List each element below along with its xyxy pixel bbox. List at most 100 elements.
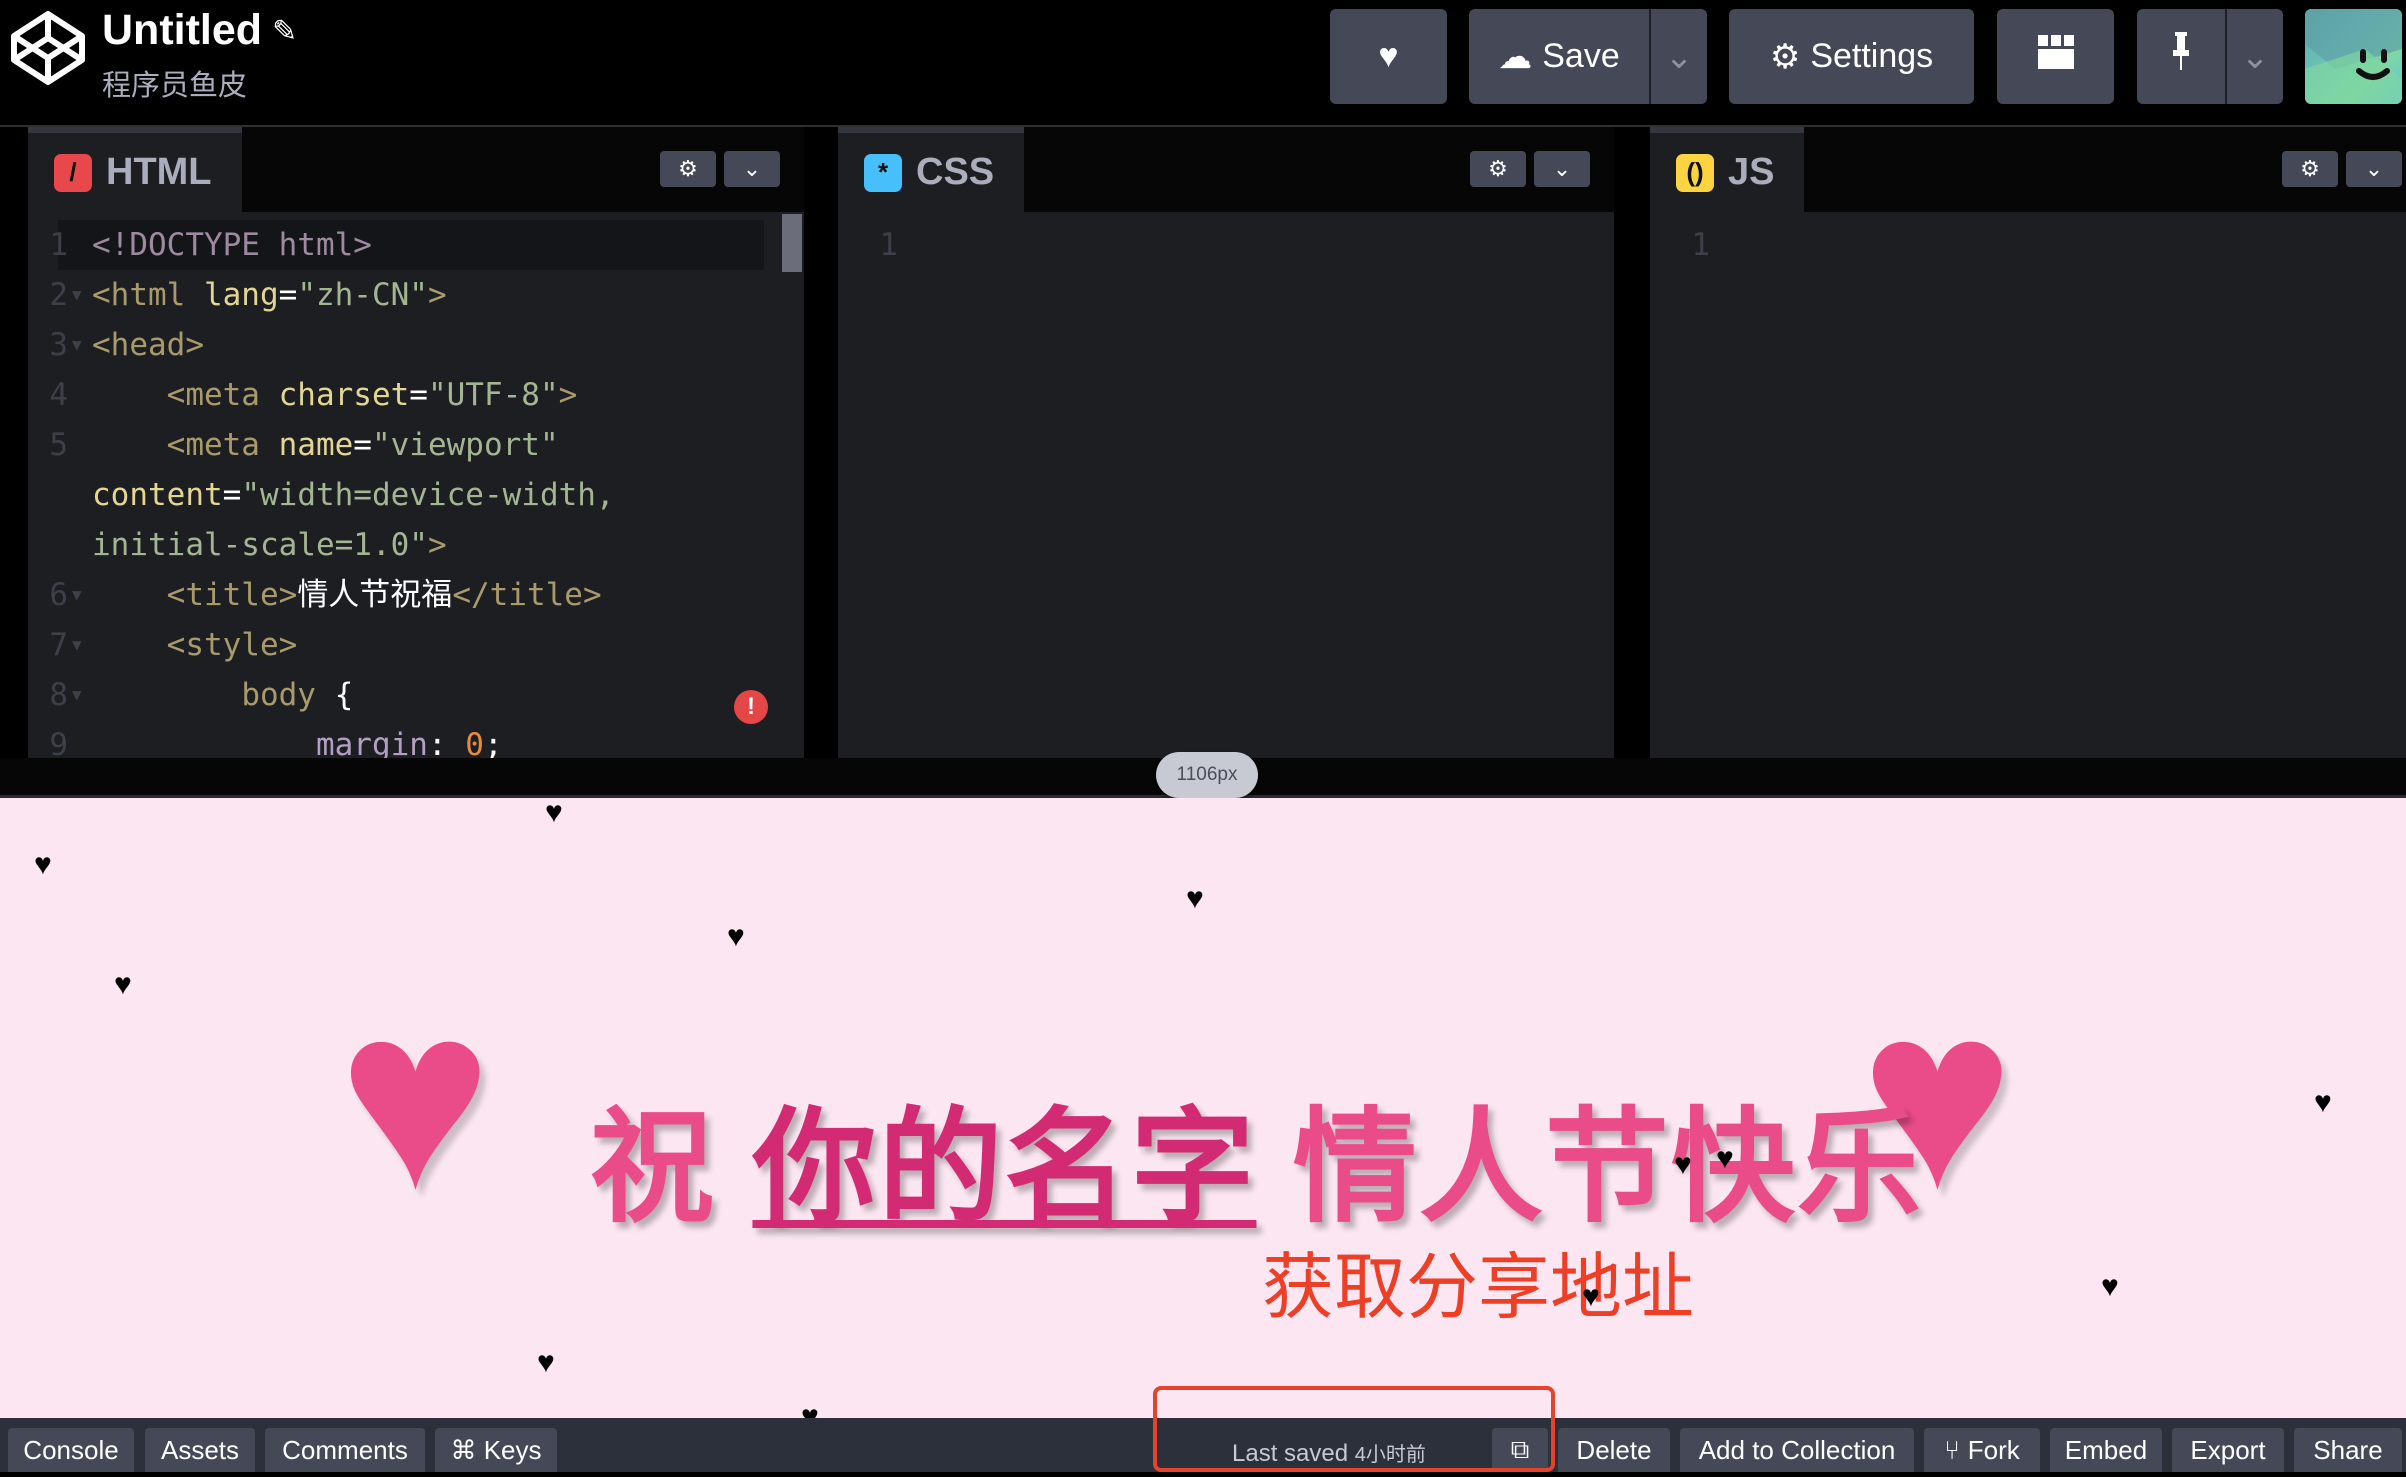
line-number: 6 — [49, 577, 68, 613]
delete-button[interactable]: Delete — [1558, 1428, 1670, 1472]
code-text: <title>情人节祝福</title> — [166, 577, 602, 613]
scrollbar-thumb[interactable] — [782, 214, 802, 272]
falling-heart-icon: ♥ — [2101, 1270, 2119, 1303]
html-code-editor[interactable]: ! 1 <!DOCTYPE html> 2 ▼ <html lang="zh-CN"> 3… — [28, 212, 804, 763]
change-view-button[interactable] — [1997, 9, 2114, 104]
edit-title-pencil-icon[interactable]: ✎ — [272, 14, 297, 49]
panel-controls: ⚙ ⌄ — [2282, 151, 2402, 187]
greeting-suffix: 情人节快乐 — [1256, 1099, 1923, 1237]
fork-button[interactable]: ⑂ Fork — [1924, 1428, 2040, 1472]
fold-arrow-icon[interactable]: ▼ — [72, 320, 82, 370]
html-slash-icon: / — [54, 153, 92, 192]
codepen-logo-icon[interactable] — [8, 8, 88, 88]
pen-title[interactable]: Untitled — [102, 6, 262, 55]
fold-arrow-icon[interactable]: ▼ — [72, 620, 82, 670]
line-number: 5 — [49, 427, 68, 463]
css-label: CSS — [916, 151, 995, 193]
css-code-editor[interactable]: 1 — [838, 212, 1614, 758]
js-label: JS — [1728, 151, 1775, 193]
code-text: initial-scale=1.0"> — [92, 527, 447, 563]
panel-header: () JS ⚙ ⌄ — [1650, 127, 2406, 212]
cloud-icon: ☁ — [1498, 37, 1533, 76]
get-share-link[interactable]: 获取分享地址 — [1262, 1228, 1694, 1333]
assets-button[interactable]: Assets — [145, 1428, 255, 1472]
js-settings-gear-icon[interactable]: ⚙ — [2282, 151, 2338, 187]
settings-label: Settings — [1810, 37, 1934, 75]
panel-header: * CSS ⚙ ⌄ — [838, 127, 1614, 212]
fold-arrow-icon[interactable]: ▼ — [72, 570, 82, 620]
html-editor-panel: / HTML ⚙ ⌄ ! 1 <!DOCTYPE html> 2 ▼ <html lan… — [28, 127, 804, 763]
top-header: Untitled ✎ 程序员鱼皮 ♥ ☁ Save ⌄ ⚙ Settings ⌄ — [0, 0, 2406, 127]
pin-options-dropdown[interactable]: ⌄ — [2225, 9, 2283, 104]
code-text: <head> — [92, 327, 204, 363]
html-collapse-chevron-icon[interactable]: ⌄ — [724, 151, 780, 187]
chevron-down-icon: ⌄ — [1664, 37, 1694, 76]
falling-heart-icon: ♥ — [545, 798, 563, 829]
falling-heart-icon: ♥ — [727, 920, 745, 953]
falling-heart-icon: ♥ — [537, 1346, 555, 1379]
keys-button[interactable]: ⌘ Keys — [435, 1428, 557, 1472]
js-collapse-chevron-icon[interactable]: ⌄ — [2346, 151, 2402, 187]
recipient-name-link[interactable]: 你的名字 — [752, 1099, 1256, 1237]
falling-heart-icon: ♥ — [114, 968, 132, 1001]
settings-button[interactable]: ⚙ Settings — [1729, 9, 1974, 104]
html-label: HTML — [106, 151, 212, 193]
pin-icon — [2171, 32, 2191, 81]
save-button[interactable]: ☁ Save — [1469, 9, 1649, 104]
greeting-prefix: 祝 — [590, 1099, 753, 1237]
falling-heart-icon: ♥ — [34, 848, 52, 881]
falling-heart-icon: ♥ — [2314, 1086, 2332, 1119]
css-asterisk-icon: * — [864, 153, 902, 192]
user-avatar[interactable] — [2305, 9, 2402, 104]
js-code-editor[interactable]: 1 — [1650, 212, 2406, 758]
error-icon[interactable]: ! — [734, 690, 768, 724]
fork-icon: ⑂ — [1944, 1434, 1960, 1465]
panel-controls: ⚙ ⌄ — [660, 151, 780, 187]
css-settings-gear-icon[interactable]: ⚙ — [1470, 151, 1526, 187]
line-number: 1 — [879, 227, 898, 263]
js-parens-icon: () — [1676, 153, 1714, 192]
fold-arrow-icon[interactable]: ▼ — [72, 270, 82, 320]
line-number: 3 — [49, 327, 68, 363]
fold-arrow-icon[interactable]: ▼ — [72, 670, 82, 720]
preview-frame[interactable]: ♥ ♥ 祝 你的名字 情人节快乐 获取分享地址 ♥ ♥ ♥ ♥ ♥ ♥ ♥ ♥ … — [0, 798, 2406, 1418]
panel-controls: ⚙ ⌄ — [1470, 151, 1590, 187]
big-heart-left-icon: ♥ — [338, 953, 493, 1243]
code-text: body { — [241, 677, 354, 713]
falling-heart-icon: ♥ — [1674, 1148, 1692, 1181]
css-editor-panel: * CSS ⚙ ⌄ 1 — [838, 127, 1614, 758]
layout-icon — [2037, 35, 2074, 78]
like-button[interactable]: ♥ — [1330, 9, 1447, 104]
fork-label: Fork — [1967, 1434, 2020, 1465]
embed-button[interactable]: Embed — [2050, 1428, 2162, 1472]
save-label: Save — [1542, 37, 1620, 75]
share-button[interactable]: Share — [2294, 1428, 2402, 1472]
annotation-highlight-box — [1153, 1386, 1555, 1472]
panel-header: / HTML ⚙ ⌄ — [28, 127, 804, 212]
code-text: <style> — [166, 627, 298, 663]
console-button[interactable]: Console — [8, 1428, 134, 1472]
falling-heart-icon: ♥ — [1716, 1142, 1734, 1175]
css-collapse-chevron-icon[interactable]: ⌄ — [1534, 151, 1590, 187]
falling-heart-icon: ♥ — [1186, 882, 1204, 915]
line-number: 8 — [49, 677, 68, 713]
html-tab[interactable]: / HTML — [28, 127, 242, 212]
js-tab[interactable]: () JS — [1650, 127, 1805, 212]
html-settings-gear-icon[interactable]: ⚙ — [660, 151, 716, 187]
export-button[interactable]: Export — [2172, 1428, 2284, 1472]
code-text: <meta name="viewport" — [166, 427, 559, 463]
code-text: content="width=device-width, — [92, 477, 615, 513]
add-to-collection-button[interactable]: Add to Collection — [1680, 1428, 1914, 1472]
code-text: <html lang="zh-CN"> — [92, 277, 447, 313]
heart-icon: ♥ — [1378, 37, 1399, 75]
css-tab[interactable]: * CSS — [838, 127, 1025, 212]
falling-heart-icon: ♥ — [801, 1400, 819, 1419]
chevron-down-icon: ⌄ — [2240, 37, 2270, 76]
comments-button[interactable]: Comments — [265, 1428, 425, 1472]
code-text: <meta charset="UTF-8"> — [166, 377, 578, 413]
author-name[interactable]: 程序员鱼皮 — [102, 62, 247, 104]
save-options-dropdown[interactable]: ⌄ — [1649, 9, 1707, 104]
line-number: 1 — [1691, 227, 1710, 263]
falling-heart-icon: ♥ — [1582, 1280, 1600, 1313]
pin-button[interactable] — [2137, 9, 2225, 104]
